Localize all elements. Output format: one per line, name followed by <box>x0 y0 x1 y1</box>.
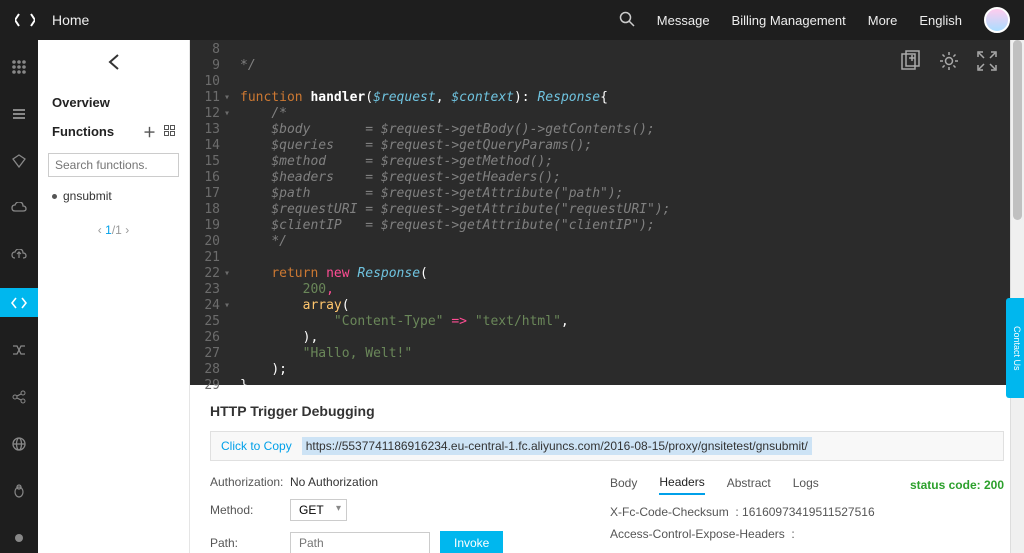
rail-cloud-icon[interactable] <box>0 194 38 223</box>
nav-billing[interactable]: Billing Management <box>732 13 846 28</box>
add-function-icon[interactable]: ＋ <box>143 122 156 141</box>
sidebar-functions-label: Functions <box>52 124 114 139</box>
nav-language[interactable]: English <box>919 13 962 28</box>
avatar[interactable] <box>984 7 1010 33</box>
copy-button[interactable]: Click to Copy <box>211 439 302 453</box>
rail-upload-icon[interactable] <box>0 241 38 270</box>
rail-code-icon[interactable] <box>0 288 38 317</box>
vertical-scrollbar[interactable] <box>1010 40 1024 553</box>
pager-next[interactable]: › <box>125 223 129 237</box>
dot-icon <box>52 194 57 199</box>
debug-title: HTTP Trigger Debugging <box>210 403 1004 419</box>
expand-functions-icon[interactable] <box>164 124 175 139</box>
tab-abstract[interactable]: Abstract <box>727 476 771 494</box>
tab-body[interactable]: Body <box>610 476 637 494</box>
status-code: status code: 200 <box>910 478 1004 492</box>
function-item[interactable]: gnsubmit <box>38 183 189 209</box>
response-header-row: Access-Control-Expose-Headers : <box>610 527 1004 541</box>
search-input[interactable] <box>48 153 179 177</box>
function-item-label: gnsubmit <box>63 189 112 203</box>
response-header-row: X-Fc-Code-Checksum : 1616097341951152751… <box>610 505 1004 519</box>
rail-grid-icon[interactable] <box>0 52 38 81</box>
rail-diamond-icon[interactable] <box>0 146 38 175</box>
rail-globe-icon[interactable] <box>0 430 38 459</box>
rail-layers-icon[interactable] <box>0 99 38 128</box>
sidebar-overview[interactable]: Overview <box>38 89 189 116</box>
code-editor[interactable]: 8▾9▾10▾11▾12▾13▾14▾15▾16▾17▾18▾19▾20▾21▾… <box>190 40 1024 385</box>
sidebar-functions[interactable]: Functions ＋ <box>38 116 189 147</box>
rail-dot-icon[interactable] <box>0 524 38 553</box>
method-select[interactable]: GET <box>290 499 347 521</box>
breadcrumb[interactable]: Home <box>52 12 619 28</box>
invoke-button[interactable]: Invoke <box>440 531 503 553</box>
method-label: Method: <box>210 503 290 517</box>
back-button[interactable] <box>38 48 189 89</box>
tab-logs[interactable]: Logs <box>793 476 819 494</box>
auth-value: No Authorization <box>290 475 378 489</box>
pager: ‹ 1/1 › <box>38 223 189 237</box>
fullscreen-icon[interactable] <box>976 50 998 75</box>
pager-total: /1 <box>112 223 122 237</box>
auth-label: Authorization: <box>210 475 290 489</box>
nav-message[interactable]: Message <box>657 13 710 28</box>
search-icon[interactable] <box>619 11 635 30</box>
url-box: Click to Copy https://5537741186916234.e… <box>210 431 1004 461</box>
gear-icon[interactable] <box>938 50 960 75</box>
trigger-url[interactable]: https://5537741186916234.eu-central-1.fc… <box>302 437 812 455</box>
path-label: Path: <box>210 536 290 550</box>
brand-logo[interactable] <box>14 9 36 31</box>
tab-headers[interactable]: Headers <box>659 475 704 495</box>
path-input[interactable] <box>290 532 430 553</box>
contact-tab[interactable]: Contact Us <box>1006 298 1024 398</box>
pager-current: 1 <box>105 223 112 237</box>
rail-bug-icon[interactable] <box>0 477 38 506</box>
nav-more[interactable]: More <box>868 13 898 28</box>
icon-rail <box>0 40 38 553</box>
new-file-icon[interactable] <box>900 50 922 75</box>
rail-share-icon[interactable] <box>0 382 38 411</box>
sidebar: Overview Functions ＋ gnsubmit ‹ 1/1 › <box>38 40 190 553</box>
rail-shuffle-icon[interactable] <box>0 335 38 364</box>
